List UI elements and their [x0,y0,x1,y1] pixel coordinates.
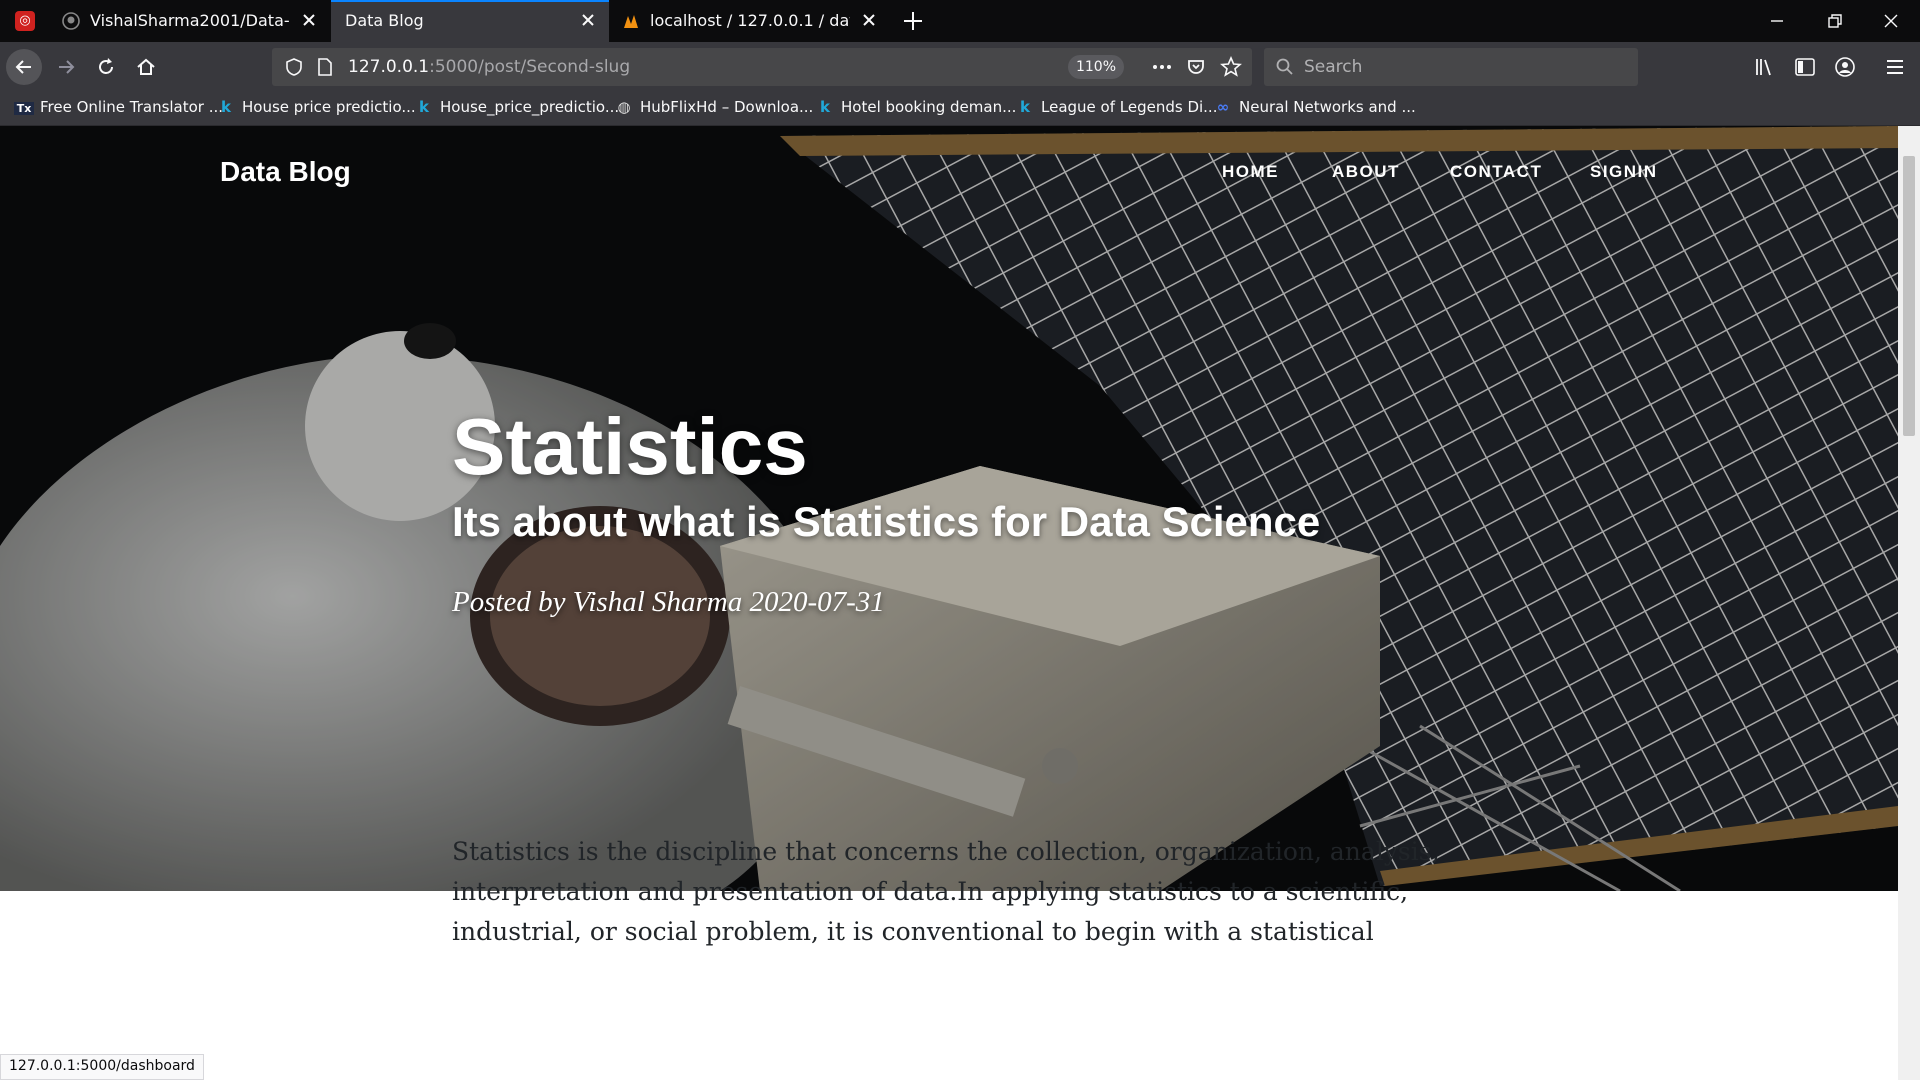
bookmark-item[interactable]: k House_price_predictio... [414,98,619,120]
post-title: Statistics [452,402,808,491]
url-text[interactable]: 127.0.0.1:5000/post/Second-slug [348,57,630,77]
forward-button[interactable] [48,49,84,85]
library-icon[interactable] [1754,57,1776,77]
bookmark-label: Hotel booking deman... [841,98,1017,116]
account-icon[interactable] [1834,56,1856,78]
close-tab-icon[interactable] [298,9,320,31]
site-brand-link[interactable]: Data Blog [220,156,351,188]
post-meta: Posted by Vishal Sharma 2020-07-31 [452,586,885,618]
bookmark-item[interactable]: ◍ HubFlixHd – Downloa... [614,98,813,120]
github-icon [62,12,80,30]
nav-about-link[interactable]: ABOUT [1332,162,1400,182]
tab-github[interactable]: VishalSharma2001/Data-Blog- [50,0,330,42]
tab-label: VishalSharma2001/Data-Blog- [90,11,290,30]
kaggle-icon: k [820,98,830,116]
pocket-icon[interactable] [1186,57,1206,77]
search-placeholder: Search [1304,57,1363,77]
shield-icon[interactable] [284,57,304,77]
bookmark-label: Free Online Translator ... [40,98,224,116]
status-bar-link-preview: 127.0.0.1:5000/dashboard [0,1054,204,1080]
hamburger-menu-icon[interactable] [1884,57,1906,77]
coursera-icon: ∞ [1216,98,1230,116]
reload-button[interactable] [88,49,124,85]
zoom-indicator[interactable]: 110% [1068,55,1124,79]
bookmark-label: HubFlixHd – Downloa... [640,98,814,116]
url-path: :5000/post/Second-slug [429,57,631,77]
home-button[interactable] [128,49,164,85]
bookmark-item[interactable]: k League of Legends Di... [1015,98,1217,120]
bookmark-item[interactable]: ∞ Neural Networks and ... [1213,98,1416,120]
close-window-button[interactable] [1862,0,1920,42]
forward-arrow-icon [59,60,75,74]
page-actions-icon[interactable] [1150,58,1174,76]
tab-data-blog[interactable]: Data Blog [331,0,609,42]
phpmyadmin-icon [624,15,638,28]
new-tab-icon[interactable] [900,8,926,34]
search-icon [1276,58,1293,75]
nav-signin-link[interactable]: SIGNIN [1590,162,1658,182]
restore-icon [1828,14,1842,28]
bookmark-item[interactable]: k House price predictio... [216,98,416,120]
post-body-text: Statistics is the discipline that concer… [452,837,1440,946]
back-button[interactable] [6,49,42,85]
minimize-button[interactable] [1748,0,1806,42]
navigation-toolbar: 127.0.0.1:5000/post/Second-slug 110% Sea… [0,42,1920,92]
close-icon [1884,14,1898,28]
post-header-banner: Data Blog HOME ABOUT CONTACT SIGNIN Stat… [0,126,1898,891]
url-host: 127.0.0.1 [348,57,430,77]
bookmark-label: House price predictio... [242,98,416,116]
back-arrow-icon [15,60,31,74]
globe-icon: ◍ [617,98,631,116]
nav-home-link[interactable]: HOME [1222,162,1279,182]
minimize-icon [1771,20,1783,22]
bookmark-label: League of Legends Di... [1041,98,1218,116]
kaggle-icon: k [1020,98,1030,116]
bookmark-item[interactable]: k Hotel booking deman... [815,98,1016,120]
app-menu-icon[interactable]: ◎ [0,0,50,42]
restore-button[interactable] [1806,0,1864,42]
close-tab-icon[interactable] [577,9,599,31]
translator-icon: Tx [14,102,34,115]
tab-strip: ◎ VishalSharma2001/Data-Blog- Data Blog … [0,0,1920,42]
sidebar-icon[interactable] [1794,57,1816,77]
bookmark-label: Neural Networks and ... [1239,98,1416,116]
bookmark-star-icon[interactable] [1220,56,1242,78]
close-tab-icon[interactable] [858,9,880,31]
reload-icon [99,58,113,74]
tab-phpmyadmin[interactable]: localhost / 127.0.0.1 / datablog [610,0,890,42]
tab-label: Data Blog [345,11,424,30]
search-box[interactable]: Search [1264,48,1638,86]
bookmarks-toolbar: Tx Free Online Translator ... k House pric… [0,92,1920,126]
kaggle-icon: k [419,98,429,116]
vertical-scrollbar[interactable] [1898,126,1920,1080]
bookmark-item[interactable]: Tx Free Online Translator ... [14,98,223,120]
address-bar[interactable]: 127.0.0.1:5000/post/Second-slug 110% [272,48,1252,86]
home-icon [137,58,155,75]
bookmark-label: House_price_predictio... [440,98,620,116]
scrollbar-thumb[interactable] [1903,156,1915,436]
nav-contact-link[interactable]: CONTACT [1450,162,1542,182]
post-subtitle: Its about what is Statistics for Data Sc… [452,498,1321,545]
kaggle-icon: k [221,98,231,116]
page-info-icon[interactable] [316,57,334,77]
tab-label: localhost / 127.0.0.1 / datablog [650,11,850,30]
